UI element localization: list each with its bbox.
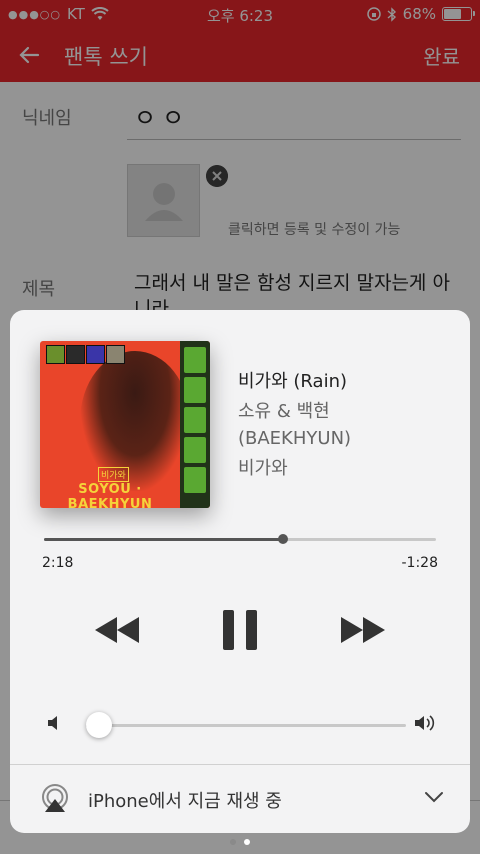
song-title: 비가와 (Rain) bbox=[238, 371, 347, 392]
card-divider bbox=[10, 764, 470, 765]
progress-knob[interactable] bbox=[278, 534, 289, 544]
rewind-icon bbox=[95, 617, 139, 643]
album-art-tag: 비가와 bbox=[98, 467, 129, 482]
page-dot[interactable] bbox=[230, 839, 236, 845]
album-art-squares bbox=[46, 345, 125, 364]
volume-max-icon bbox=[415, 715, 435, 731]
airplay-icon[interactable] bbox=[40, 783, 70, 813]
pause-button[interactable] bbox=[218, 608, 262, 652]
page-dot[interactable] bbox=[244, 839, 250, 845]
volume-knob[interactable] bbox=[85, 712, 112, 738]
fast-forward-icon bbox=[341, 617, 385, 643]
control-center-page-indicator[interactable] bbox=[0, 839, 480, 845]
remaining-time: -1:28 bbox=[401, 555, 439, 571]
now-playing-card: 비가와 SOYOU · BAEKHYUN 비가와 (Rain) 소유 & 백현 … bbox=[10, 310, 470, 833]
volume-min-icon bbox=[48, 716, 57, 730]
progress-fill bbox=[44, 538, 284, 541]
chevron-down-icon[interactable] bbox=[424, 790, 444, 804]
album-art-film-strip bbox=[180, 341, 210, 508]
artist-name: 소유 & 백현 (BAEKHYUN) bbox=[238, 401, 352, 449]
rewind-button[interactable] bbox=[90, 608, 144, 652]
elapsed-time: 2:18 bbox=[42, 555, 74, 571]
album-name: 비가와 bbox=[238, 458, 288, 479]
album-artwork: 비가와 SOYOU · BAEKHYUN bbox=[40, 341, 210, 508]
fast-forward-button[interactable] bbox=[336, 608, 390, 652]
progress-scrubber[interactable] bbox=[44, 534, 436, 544]
pause-icon bbox=[223, 610, 257, 650]
album-art-figure bbox=[80, 351, 190, 491]
volume-slider[interactable] bbox=[85, 712, 406, 738]
playback-route-label[interactable]: iPhone에서 지금 재생 중 bbox=[88, 787, 282, 813]
album-art-artist-text: SOYOU · BAEKHYUN bbox=[67, 482, 153, 508]
